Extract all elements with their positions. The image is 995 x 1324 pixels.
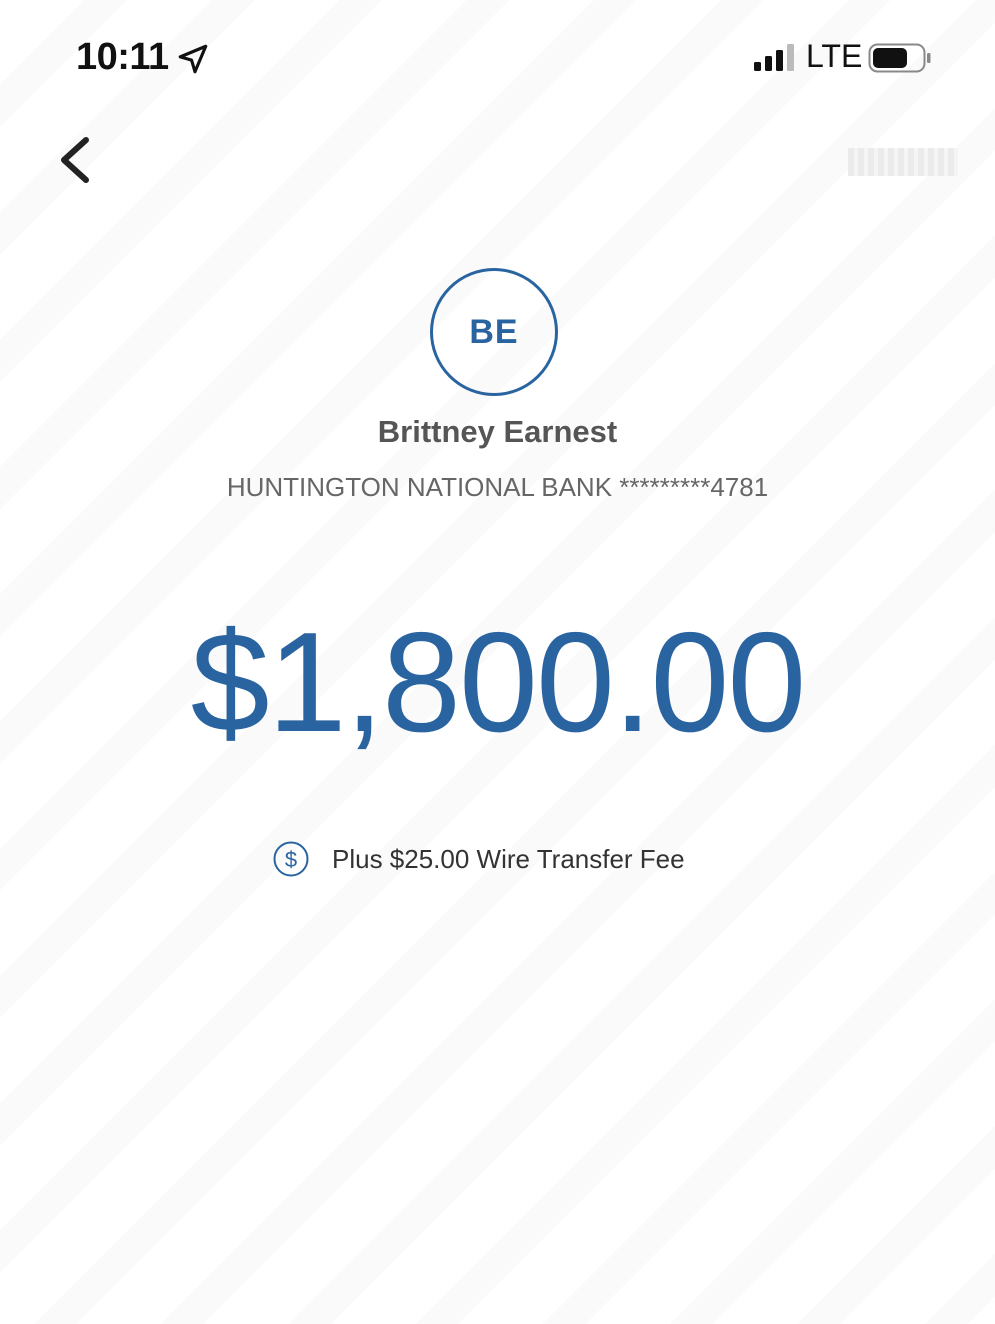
transfer-amount: $1,800.00 bbox=[190, 603, 807, 762]
network-type: LTE bbox=[806, 38, 863, 74]
svg-text:$: $ bbox=[285, 847, 297, 872]
dollar-coin-icon: $ bbox=[273, 841, 309, 877]
status-time: 10:11 bbox=[76, 36, 169, 78]
location-arrow-icon bbox=[178, 44, 208, 74]
recipient-account: HUNTINGTON NATIONAL BANK *********4781 bbox=[226, 472, 769, 502]
nav-action-obscured[interactable] bbox=[848, 148, 958, 176]
battery-icon bbox=[868, 43, 931, 73]
avatar: BE bbox=[430, 268, 558, 396]
signal-bars-icon bbox=[754, 44, 794, 71]
recipient-name: Brittney Earnest bbox=[377, 414, 618, 449]
wire-transfer-screen: 10:11 LTE BE Brittney Earnest HUNTINGTON… bbox=[0, 0, 995, 1324]
back-button[interactable] bbox=[52, 130, 104, 190]
fee-row: $ Plus $25.00 Wire Transfer Fee bbox=[272, 838, 685, 880]
fee-text: Plus $25.00 Wire Transfer Fee bbox=[332, 843, 685, 874]
status-bar: 10:11 LTE bbox=[0, 30, 995, 90]
chevron-left-icon bbox=[61, 137, 89, 183]
avatar-initials: BE bbox=[469, 312, 519, 351]
